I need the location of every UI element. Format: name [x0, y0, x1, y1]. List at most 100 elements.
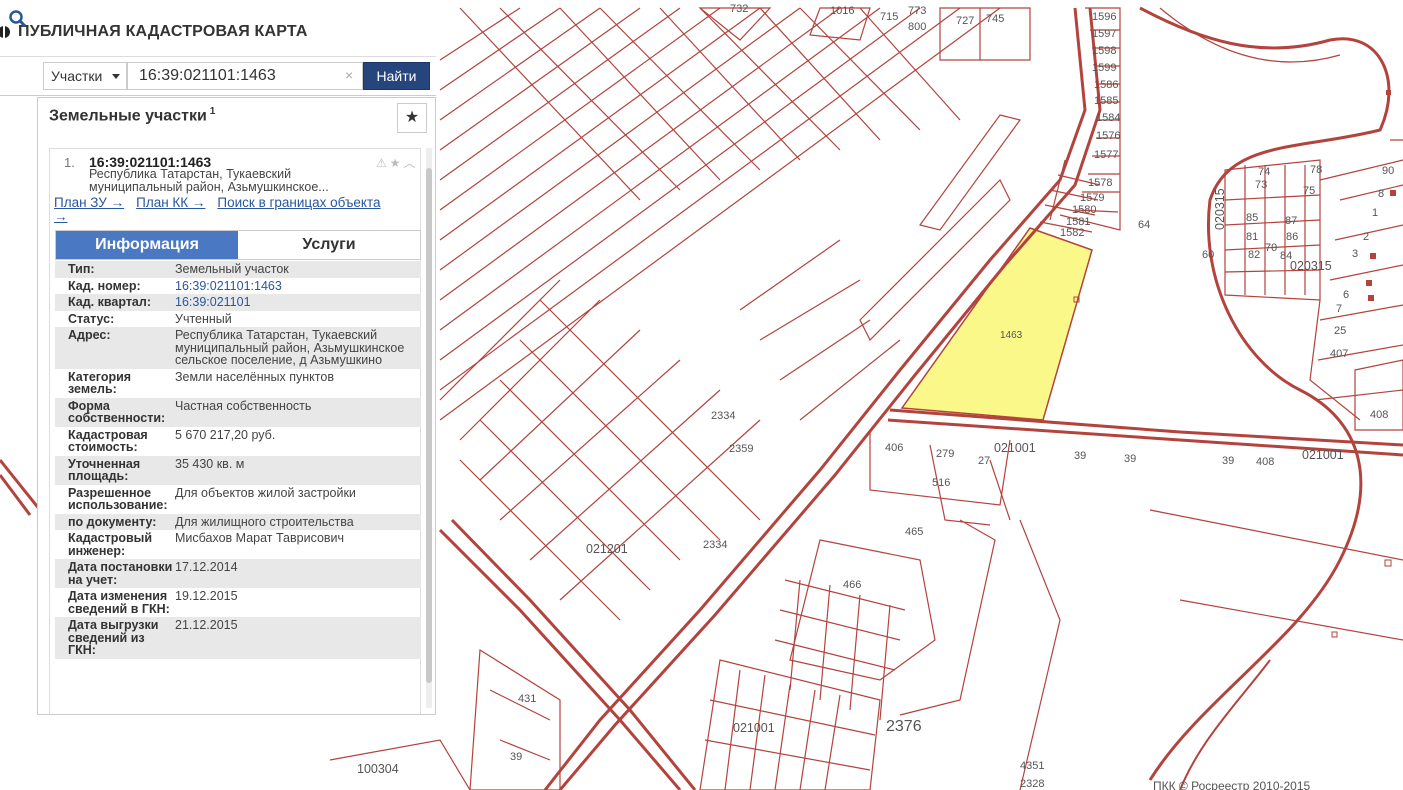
svg-text:81: 81 [1246, 231, 1258, 243]
svg-text:466: 466 [843, 579, 861, 591]
svg-text:27: 27 [978, 455, 990, 467]
svg-text:745: 745 [986, 13, 1004, 25]
search-type-select[interactable]: Участки [43, 62, 127, 90]
plan-zu-link[interactable]: План ЗУ → [54, 195, 124, 210]
result-address: Республика Татарстан, Тукаевский муницип… [89, 167, 329, 194]
svg-text:1598: 1598 [1092, 45, 1116, 57]
svg-text:75: 75 [1303, 185, 1315, 197]
favorite-button[interactable]: ★ [397, 103, 427, 133]
info-row: Дата постановки на учет: 17.12.2014 [55, 559, 421, 588]
svg-text:87: 87 [1285, 215, 1297, 227]
result-index: 1. [64, 155, 75, 170]
tab-information[interactable]: Информация [56, 231, 238, 259]
svg-text:773: 773 [908, 5, 926, 17]
result-actions: ⚠★︿ [376, 154, 419, 171]
svg-text:39: 39 [1222, 455, 1234, 467]
svg-text:1596: 1596 [1092, 11, 1116, 23]
cad-number-link[interactable]: 16:39:021101:1463 [175, 279, 421, 293]
svg-text:73: 73 [1255, 179, 1267, 191]
svg-text:020315: 020315 [1213, 188, 1227, 230]
svg-text:1584: 1584 [1096, 112, 1120, 124]
info-row: Кадастровая стоимость: 5 670 217,20 руб. [68, 427, 276, 454]
info-row: Адрес: Республика Татарстан, Тукаевский м… [55, 327, 421, 369]
result-links: План ЗУ → План КК → Поиск в границах объек… [54, 196, 394, 224]
results-panel: Земельные участки 1 ★ 1. 16:39:021101:146… [37, 97, 436, 715]
svg-text:1580: 1580 [1072, 204, 1096, 216]
search-icon[interactable] [8, 9, 28, 29]
svg-text:4351: 4351 [1020, 760, 1044, 772]
svg-text:64: 64 [1138, 219, 1150, 231]
svg-text:408: 408 [1370, 409, 1388, 421]
panel-title-text: Земельные участки [49, 107, 207, 125]
svg-text:100304: 100304 [357, 762, 399, 776]
svg-text:74: 74 [1258, 166, 1270, 178]
svg-text:408: 408 [1256, 456, 1274, 468]
svg-text:715: 715 [880, 11, 898, 23]
search-input[interactable] [127, 62, 363, 90]
panel-scroll-thumb[interactable] [426, 168, 432, 683]
svg-text:85: 85 [1246, 212, 1258, 224]
info-row: Категория земель: Земли населённых пункто… [68, 369, 334, 396]
svg-text:2328: 2328 [1020, 778, 1044, 790]
svg-text:2376: 2376 [886, 718, 922, 735]
svg-text:2334: 2334 [703, 539, 727, 551]
svg-text:516: 516 [932, 477, 950, 489]
svg-text:727: 727 [956, 15, 974, 27]
info-row: Дата выгрузки сведений из ГКН: 21.12.2015 [55, 617, 421, 659]
svg-text:25: 25 [1334, 325, 1346, 337]
svg-text:020315: 020315 [1290, 259, 1332, 273]
svg-text:800: 800 [908, 21, 926, 33]
app-title: ПУБЛИЧНАЯ КАДАСТРОВАЯ КАРТА [0, 20, 308, 44]
svg-text:39: 39 [1124, 453, 1136, 465]
svg-text:732: 732 [730, 3, 748, 15]
svg-text:1016: 1016 [830, 5, 854, 17]
star-icon[interactable]: ★ [390, 156, 404, 170]
panel-count: 1 [209, 106, 216, 117]
svg-text:2359: 2359 [729, 443, 753, 455]
svg-text:1577: 1577 [1094, 149, 1118, 161]
svg-text:1576: 1576 [1096, 130, 1120, 142]
svg-text:82: 82 [1248, 249, 1260, 261]
panel-title: Земельные участки 1 [49, 106, 215, 125]
app-title-text: ПУБЛИЧНАЯ КАДАСТРОВАЯ КАРТА [18, 23, 308, 40]
svg-text:3: 3 [1352, 248, 1358, 260]
map-copyright: ПКК © Росреестр 2010-2015 [1153, 779, 1311, 790]
chevron-up-icon[interactable]: ︿ [404, 156, 419, 170]
svg-text:2334: 2334 [711, 410, 735, 422]
svg-text:279: 279 [936, 448, 954, 460]
svg-text:1586: 1586 [1094, 79, 1118, 91]
clear-icon[interactable]: × [345, 67, 353, 83]
svg-text:1: 1 [1372, 207, 1378, 219]
svg-text:1585: 1585 [1094, 95, 1118, 107]
cad-quarter-link[interactable]: 16:39:021101 [175, 296, 421, 309]
svg-text:7: 7 [1336, 303, 1342, 315]
svg-text:1578: 1578 [1088, 177, 1112, 189]
find-button[interactable]: Найти [363, 62, 430, 90]
info-row: Статус: Учтенный [68, 311, 232, 326]
svg-text:021001: 021001 [994, 441, 1036, 455]
tab-services[interactable]: Услуги [238, 231, 420, 259]
info-row: Кад. квартал: 16:39:021101 [55, 294, 421, 311]
result-card: 1. 16:39:021101:1463 Республика Татарста… [49, 148, 421, 714]
info-row: Уточненная площадь: 35 430 кв. м [55, 455, 421, 485]
parcel-1463-label: 1463 [1000, 330, 1023, 341]
svg-text:021201: 021201 [586, 542, 628, 556]
svg-text:407: 407 [1330, 348, 1348, 360]
info-row: Кад. номер: 16:39:021101:1463 [55, 278, 421, 295]
info-row: по документу: Для жилищного строительства [55, 513, 421, 530]
plan-kk-link[interactable]: План КК → [136, 195, 205, 210]
svg-text:1599: 1599 [1092, 62, 1116, 74]
svg-text:8: 8 [1378, 188, 1384, 200]
svg-text:021001: 021001 [733, 721, 775, 735]
svg-text:021001: 021001 [1302, 448, 1344, 462]
svg-text:465: 465 [905, 526, 923, 538]
chevron-down-icon [112, 74, 120, 79]
svg-text:90: 90 [1382, 165, 1394, 177]
info-table: Тип: Земельный участок Кад. номер: 16:39:0… [55, 261, 421, 659]
warning-icon[interactable]: ⚠ [376, 156, 390, 170]
svg-text:6: 6 [1343, 289, 1349, 301]
info-row: Форма собственности: Частная собственност… [55, 397, 421, 427]
search-type-label: Участки [51, 68, 103, 84]
info-tabs: Информация Услуги [55, 230, 421, 260]
svg-text:39: 39 [1074, 450, 1086, 462]
